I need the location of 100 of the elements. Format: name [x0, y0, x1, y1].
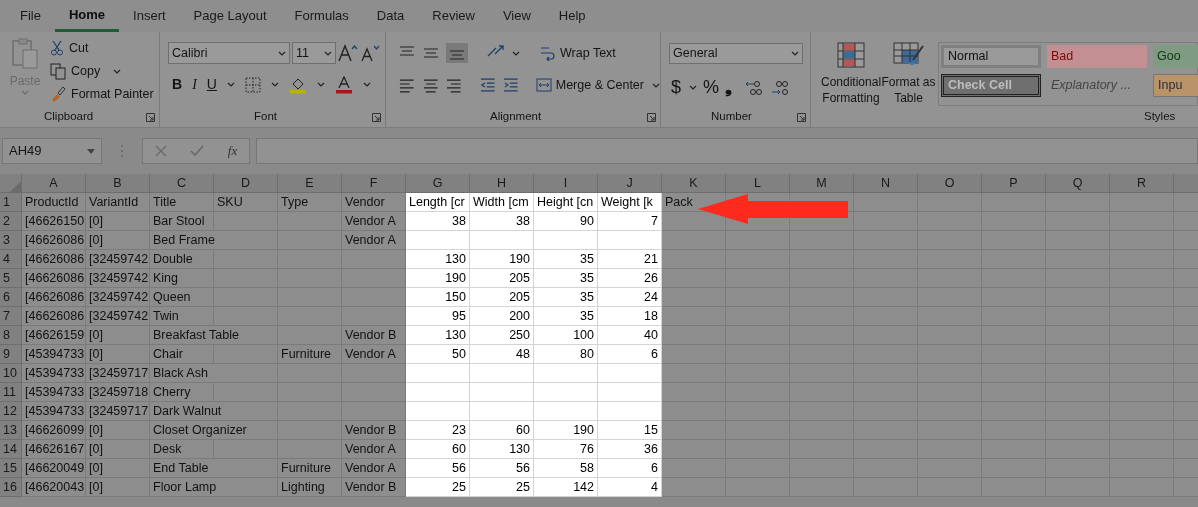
- caret-icon: [278, 50, 286, 56]
- percent-button[interactable]: %: [703, 74, 720, 101]
- underline-button[interactable]: U: [206, 74, 217, 95]
- table-cell: Length [cr: [406, 193, 470, 212]
- row-header[interactable]: 1: [0, 193, 22, 212]
- row-header[interactable]: 3: [0, 231, 22, 250]
- number-format-dropdown[interactable]: General: [669, 43, 803, 64]
- table-cell: 6: [598, 345, 662, 364]
- table-cell: 190: [534, 421, 598, 440]
- table-cell: Width [cm: [470, 193, 534, 212]
- increase-decimal-icon[interactable]: [744, 78, 765, 97]
- dialog-launcher-icon[interactable]: [146, 113, 155, 122]
- table-cell: 38: [406, 212, 470, 231]
- check-icon[interactable]: [190, 145, 205, 157]
- cell-style[interactable]: Bad: [1047, 45, 1147, 68]
- currency-button[interactable]: $: [669, 74, 683, 101]
- row-header[interactable]: 13: [0, 421, 22, 440]
- conditional-formatting-button[interactable]: Conditional Formatting: [821, 42, 882, 127]
- caret-icon: [791, 51, 799, 56]
- table-cell: 25: [406, 478, 470, 497]
- cut-button[interactable]: Cut: [50, 38, 154, 58]
- caret-icon: [87, 148, 95, 154]
- cell-style[interactable]: Goo: [1153, 45, 1198, 68]
- table-cell: 56: [406, 459, 470, 478]
- cell-style[interactable]: Explanatory ...: [1047, 73, 1147, 97]
- align-right-icon[interactable]: [445, 77, 463, 93]
- row-header[interactable]: 12: [0, 402, 22, 421]
- ribbon-tab[interactable]: Insert: [119, 0, 180, 32]
- align-middle-icon[interactable]: [422, 45, 440, 61]
- table-cell: [46620043: [22, 478, 86, 497]
- bold-button[interactable]: B: [172, 74, 183, 95]
- row-header[interactable]: 6: [0, 288, 22, 307]
- group-label: Alignment: [490, 108, 542, 124]
- dialog-launcher-icon[interactable]: [372, 113, 381, 122]
- decrease-decimal-icon[interactable]: [770, 78, 791, 97]
- group-label: Number: [711, 108, 752, 124]
- table-cell: 58: [534, 459, 598, 478]
- table-cell: 90: [534, 212, 598, 231]
- merge-center-button[interactable]: Merge & Center: [535, 75, 660, 95]
- italic-button[interactable]: I: [192, 74, 197, 95]
- ribbon-tab[interactable]: Formulas: [280, 0, 363, 32]
- cell-style[interactable]: Check Cell: [941, 73, 1041, 97]
- button-label: Table: [894, 90, 923, 106]
- row-header[interactable]: 11: [0, 383, 22, 402]
- ribbon-tab[interactable]: View: [488, 0, 545, 32]
- format-as-table-button[interactable]: Format as Table: [881, 42, 936, 127]
- row-header[interactable]: 4: [0, 250, 22, 269]
- table-cell: 205: [470, 288, 534, 307]
- align-left-icon[interactable]: [398, 77, 416, 93]
- align-center-icon[interactable]: [421, 77, 440, 93]
- name-box[interactable]: AH49: [2, 138, 102, 164]
- formula-input[interactable]: [256, 138, 1198, 164]
- comma-style-button[interactable]: ❟: [725, 74, 733, 101]
- table-cell: 60: [406, 440, 470, 459]
- dialog-launcher-icon[interactable]: [797, 113, 806, 122]
- row-header[interactable]: 10: [0, 364, 22, 383]
- row-header[interactable]: 2: [0, 212, 22, 231]
- row-header[interactable]: 9: [0, 345, 22, 364]
- ribbon-tab[interactable]: Help: [544, 0, 600, 32]
- decrease-indent-icon[interactable]: [478, 77, 497, 93]
- wrap-text-button[interactable]: Wrap Text: [540, 43, 616, 63]
- caret-icon: [270, 82, 279, 87]
- table-cell: Height [cn: [534, 193, 598, 212]
- row-header[interactable]: 8: [0, 326, 22, 345]
- ribbon-tab[interactable]: Page Layout: [179, 0, 281, 32]
- dialog-launcher-icon[interactable]: [647, 113, 656, 122]
- grow-font-icon[interactable]: [338, 44, 358, 62]
- clipboard-icon: [10, 38, 40, 70]
- format-painter-button[interactable]: Format Painter: [50, 84, 154, 104]
- caret-icon: [512, 50, 520, 56]
- cell-style[interactable]: Inpu: [1153, 73, 1198, 97]
- caret-icon: [316, 82, 325, 87]
- group-label: Clipboard: [44, 108, 94, 124]
- table-cell: 21: [598, 250, 662, 269]
- increase-indent-icon[interactable]: [502, 77, 520, 93]
- borders-icon[interactable]: [244, 76, 261, 93]
- ribbon-tab[interactable]: Review: [418, 0, 489, 32]
- table-cell: 80: [534, 345, 598, 364]
- cell-style[interactable]: Normal: [941, 45, 1041, 68]
- caret-icon: [113, 68, 122, 74]
- row-header[interactable]: 5: [0, 269, 22, 288]
- paintbrush-icon: [50, 86, 66, 102]
- button-label: Format as: [881, 74, 936, 90]
- copy-button[interactable]: Copy: [50, 61, 154, 81]
- shrink-font-icon[interactable]: [360, 44, 380, 62]
- table-cell: 35: [534, 269, 598, 288]
- table-cell: 7: [598, 212, 662, 231]
- button-label: Formatting: [822, 90, 880, 106]
- font-size-dropdown[interactable]: 11: [292, 42, 336, 64]
- ribbon-tab[interactable]: Data: [362, 0, 419, 32]
- row-header[interactable]: 14: [0, 440, 22, 459]
- font-color-icon[interactable]: [334, 75, 353, 94]
- row-header[interactable]: 7: [0, 307, 22, 326]
- caret-icon: [226, 82, 235, 87]
- row-header[interactable]: 15: [0, 459, 22, 478]
- insert-function-button[interactable]: fx: [227, 141, 238, 161]
- ribbon-tab[interactable]: File: [6, 0, 55, 32]
- table-cell: 18: [598, 307, 662, 326]
- font-name-dropdown[interactable]: Calibri: [168, 42, 290, 64]
- row-header[interactable]: 16: [0, 478, 22, 497]
